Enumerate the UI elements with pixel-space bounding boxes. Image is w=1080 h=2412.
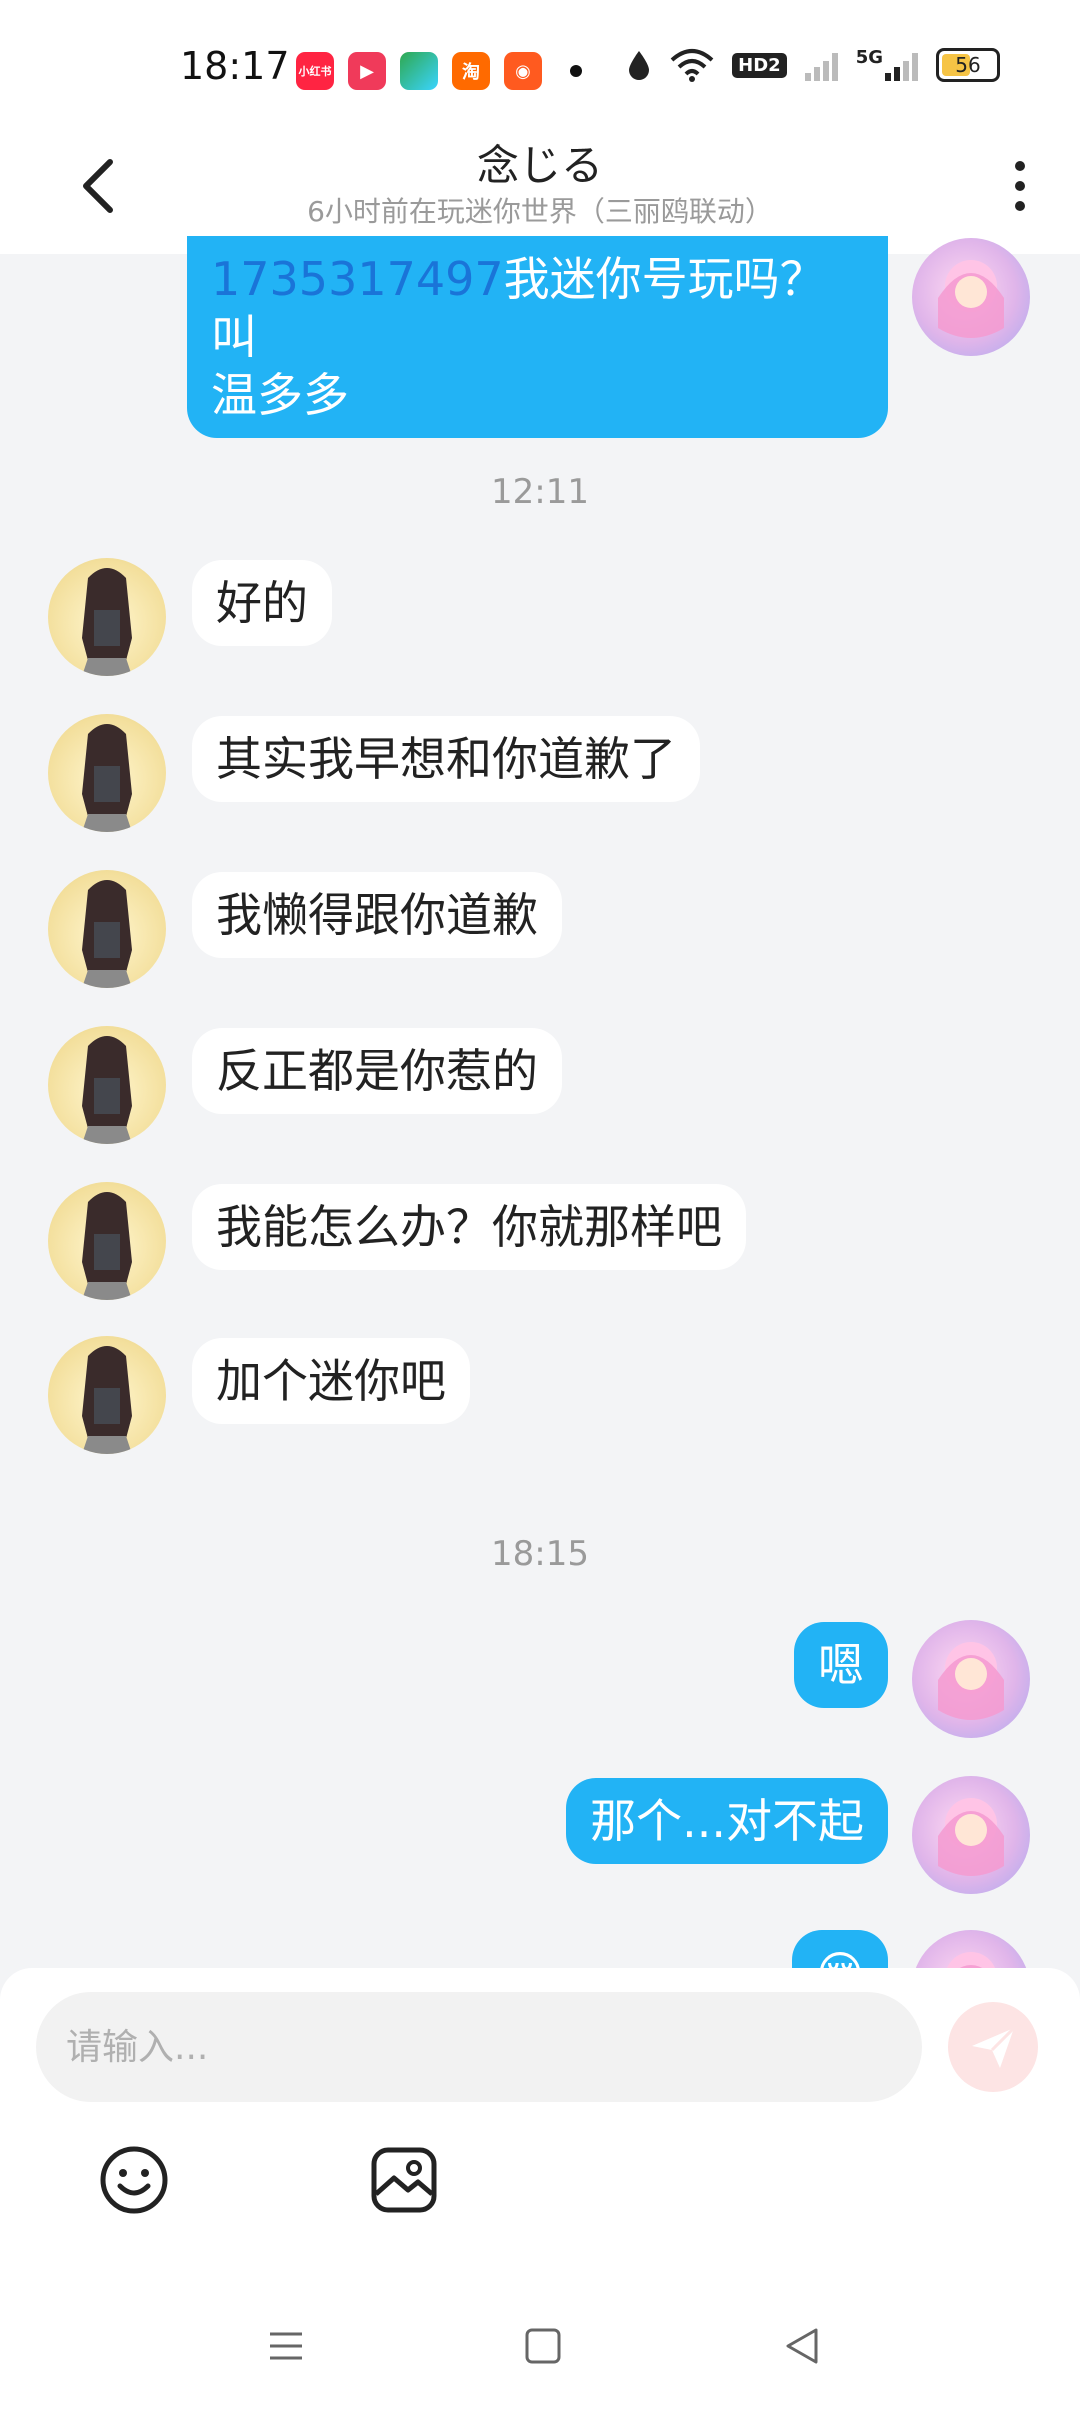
nav-home-button[interactable] [513,2316,573,2376]
message-bubble-incoming[interactable]: 反正都是你惹的 [192,1028,562,1114]
girl-avatar-icon [82,1346,132,1454]
contact-avatar[interactable] [48,558,166,676]
nav-back-button[interactable] [772,2316,832,2376]
message-bubble-incoming[interactable]: 加个迷你吧 [192,1338,470,1424]
system-icons: HD2 5G 56 [626,48,1000,82]
send-icon [972,2026,1016,2068]
hd-voice-icon: HD2 [732,52,787,78]
kuaishou-icon: ◉ [504,52,542,90]
contact-avatar[interactable] [48,1182,166,1300]
xiaohongshu-icon: 小红书 [296,52,334,90]
signal-sim1-icon [804,49,838,81]
more-options-button[interactable] [1000,150,1040,220]
video-play-icon: ▶ [348,52,386,90]
chat-title: 念じる [476,141,603,190]
status-bar: 18:17 小红书 ▶ 淘 ◉ HD2 5G 56 [0,0,1080,140]
message-bubble-outgoing[interactable]: 1735317497我迷你号玩吗？叫 温多多 [187,236,888,438]
message-bubble-incoming[interactable]: 其实我早想和你道歉了 [192,716,700,802]
smiley-icon [100,2146,168,2214]
nav-menu-button[interactable] [256,2316,316,2376]
anime-avatar-icon [938,1642,1004,1720]
message-bubble-incoming[interactable]: 我能怎么办？你就那样吧 [192,1184,746,1270]
status-time: 18:17 [180,44,290,88]
signal-5g-icon: 5G [856,49,918,81]
tencent-video-icon [400,52,438,90]
chat-header: 念じる 6小时前在玩迷你世界（三丽鸥联动） [0,120,1080,254]
chat-subtitle: 6小时前在玩迷你世界（三丽鸥联动） [307,195,773,228]
my-avatar[interactable] [912,1620,1030,1738]
message-input[interactable] [36,1992,922,2102]
notification-icons: 小红书 ▶ 淘 ◉ [296,52,582,90]
girl-avatar-icon [82,724,132,832]
message-bubble-outgoing[interactable]: 那个...对不起 [566,1778,888,1864]
my-avatar[interactable] [912,238,1030,356]
battery-icon: 56 [936,48,1000,82]
triangle-back-icon [786,2328,818,2364]
my-avatar[interactable] [912,1776,1030,1894]
timestamp: 18:15 [491,1534,589,1574]
battery-level: 56 [955,53,981,77]
more-vertical-icon [1015,161,1025,211]
contact-avatar[interactable] [48,1336,166,1454]
send-button[interactable] [948,2002,1038,2092]
message-bubble-outgoing[interactable]: 嗯 [794,1622,888,1708]
image-icon [371,2147,437,2213]
anime-avatar-icon [938,260,1004,338]
image-button[interactable] [368,2144,440,2216]
wifi-icon [670,49,714,82]
anime-avatar-icon [938,1798,1004,1876]
timestamp: 12:11 [491,472,589,512]
contact-avatar[interactable] [48,1026,166,1144]
contact-avatar[interactable] [48,714,166,832]
square-home-icon [525,2328,561,2364]
girl-avatar-icon [82,1192,132,1300]
message-bubble-incoming[interactable]: 好的 [192,560,332,646]
more-notifications-dot [570,65,582,77]
girl-avatar-icon [82,1036,132,1144]
message-bubble-incoming[interactable]: 我懒得跟你道歉 [192,872,562,958]
menu-icon [270,2332,302,2360]
girl-avatar-icon [82,880,132,988]
taobao-icon: 淘 [452,52,490,90]
girl-avatar-icon [82,568,132,676]
emoji-button[interactable] [98,2144,170,2216]
contact-avatar[interactable] [48,870,166,988]
data-saver-icon [629,51,650,80]
